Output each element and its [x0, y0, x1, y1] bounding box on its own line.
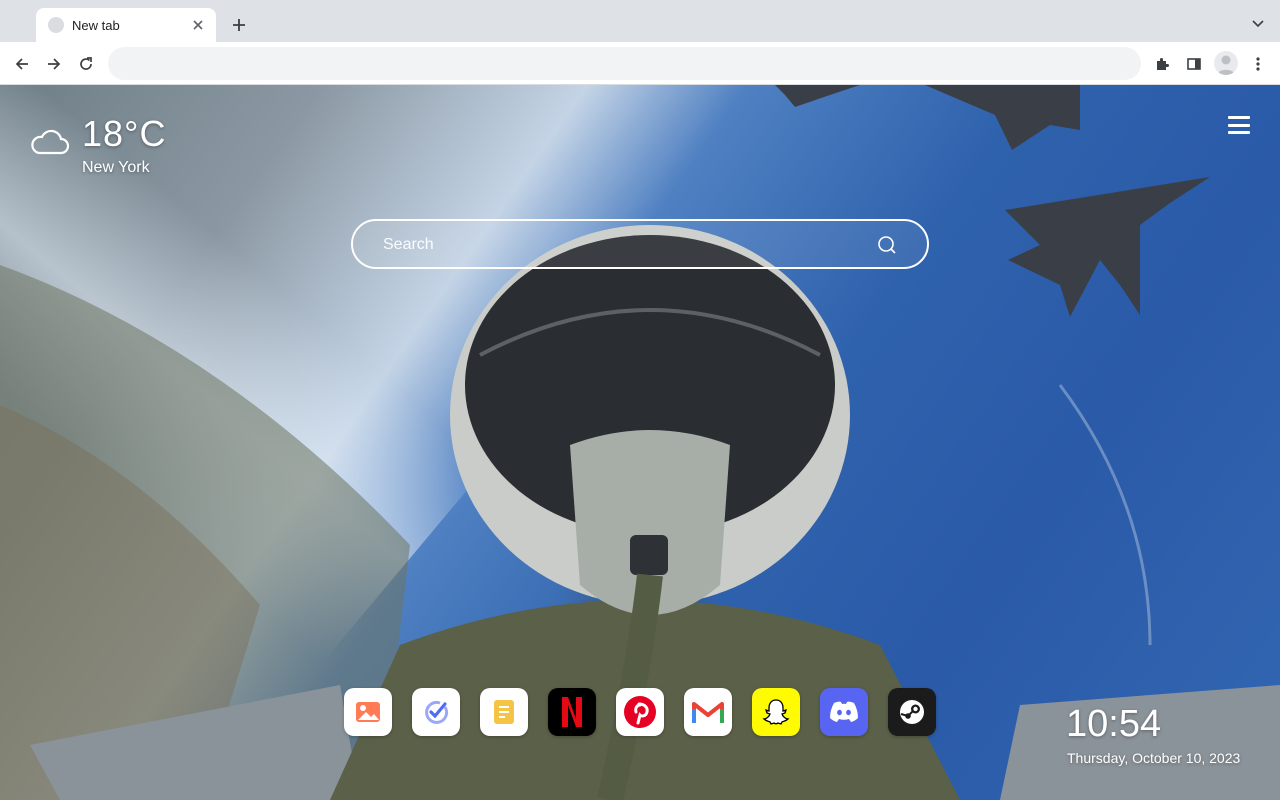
- forward-button[interactable]: [40, 50, 68, 78]
- arrow-left-icon: [15, 58, 28, 70]
- notes-icon: [494, 700, 514, 724]
- snapchat-icon: [762, 699, 790, 725]
- close-icon[interactable]: [188, 15, 208, 35]
- tab-new-tab[interactable]: New tab: [36, 8, 216, 42]
- browser-menu-button[interactable]: [1244, 50, 1272, 78]
- clock-time: 10:54: [1066, 703, 1162, 745]
- search-box[interactable]: [351, 219, 929, 269]
- notes-app-button[interactable]: [480, 688, 528, 736]
- chevron-down-icon[interactable]: [1248, 14, 1268, 34]
- steam-icon: [900, 700, 924, 724]
- profile-avatar[interactable]: [1214, 51, 1238, 75]
- snapchat-app-button[interactable]: [752, 688, 800, 736]
- more-vertical-icon: [1256, 57, 1260, 71]
- extensions-button[interactable]: [1148, 50, 1176, 78]
- browser-toolbar: [0, 42, 1280, 85]
- side-panel-icon: [1187, 58, 1201, 70]
- tab-favicon-icon: [48, 17, 64, 33]
- weather-temperature: 18°C: [82, 113, 167, 154]
- search-input[interactable]: [383, 233, 863, 257]
- menu-icon[interactable]: [1228, 116, 1250, 134]
- puzzle-icon: [1157, 58, 1169, 70]
- weather-city: New York: [82, 159, 150, 176]
- tasks-app-button[interactable]: [412, 688, 460, 736]
- check-icon: [425, 700, 449, 724]
- app-dock: [344, 688, 936, 736]
- pinterest-app-button[interactable]: [616, 688, 664, 736]
- new-tab-page: 18°C New York Search 10:54 Thursday, Oct…: [0, 85, 1280, 800]
- discord-app-button[interactable]: [820, 688, 868, 736]
- reload-button[interactable]: [72, 50, 100, 78]
- gmail-icon: [692, 702, 724, 723]
- search-icon[interactable]: [877, 235, 897, 255]
- tab-strip: New tab: [0, 0, 1280, 42]
- pinterest-icon: [624, 696, 656, 728]
- discord-icon: [830, 701, 858, 722]
- cloud-icon: [31, 129, 70, 155]
- reload-icon: [80, 57, 92, 70]
- address-bar[interactable]: [108, 47, 1141, 80]
- netflix-icon: [562, 697, 582, 727]
- steam-app-button[interactable]: [888, 688, 936, 736]
- person-icon: [1217, 55, 1235, 75]
- gmail-app-button[interactable]: [684, 688, 732, 736]
- clock-date: Thursday, October 10, 2023: [1067, 750, 1241, 766]
- netflix-app-button[interactable]: [548, 688, 596, 736]
- new-tab-button[interactable]: [228, 14, 250, 36]
- side-panel-button[interactable]: [1180, 50, 1208, 78]
- tab-title: New tab: [72, 17, 120, 33]
- back-button[interactable]: [8, 50, 36, 78]
- image-icon: [356, 702, 380, 722]
- weather-widget[interactable]: 18°C New York: [30, 113, 190, 183]
- gallery-app-button[interactable]: [344, 688, 392, 736]
- arrow-right-icon: [48, 58, 61, 70]
